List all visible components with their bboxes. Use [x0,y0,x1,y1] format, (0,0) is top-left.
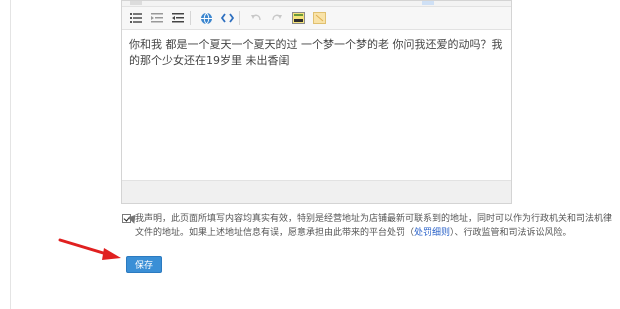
image-icon[interactable] [290,10,306,26]
undo-icon[interactable] [248,10,264,26]
red-arrow-icon [58,238,121,260]
table-icon[interactable] [311,10,327,26]
indent-icon[interactable] [149,10,165,26]
consent-block: 我声明，此页面所填写内容均真实有效，特别是经营地址为店铺最新可联系到的地址，同时… [122,212,614,240]
consent-text-part2: ）、行政监管和司法诉讼风险。 [450,228,572,238]
toolbar-separator [190,11,191,25]
editor-status-bar [122,180,511,203]
consent-text: 我声明，此页面所填写内容均真实有效，特别是经营地址为店铺最新可联系到的地址，同时… [122,212,614,240]
redo-icon[interactable] [269,10,285,26]
link-globe-icon[interactable] [198,10,214,26]
outdent-icon[interactable] [170,10,186,26]
source-code-icon[interactable] [219,10,235,26]
rich-text-editor[interactable]: 你和我 都是一个夏天一个夏天的过 一个梦一个梦的老 你问我还爱的动吗？我的那个少… [121,0,512,204]
editor-toolbar [122,7,511,30]
toolbar-separator [239,11,240,25]
save-button[interactable]: 保存 [126,256,162,273]
list-icon[interactable] [128,10,144,26]
toolbar-top-stub [422,1,434,5]
penalty-rules-link[interactable]: 处罚细则 [414,228,450,238]
toolbar-top-stub [130,1,142,5]
left-divider [10,0,11,309]
editor-content[interactable]: 你和我 都是一个夏天一个夏天的过 一个梦一个梦的老 你问我还爱的动吗？我的那个少… [129,37,504,69]
